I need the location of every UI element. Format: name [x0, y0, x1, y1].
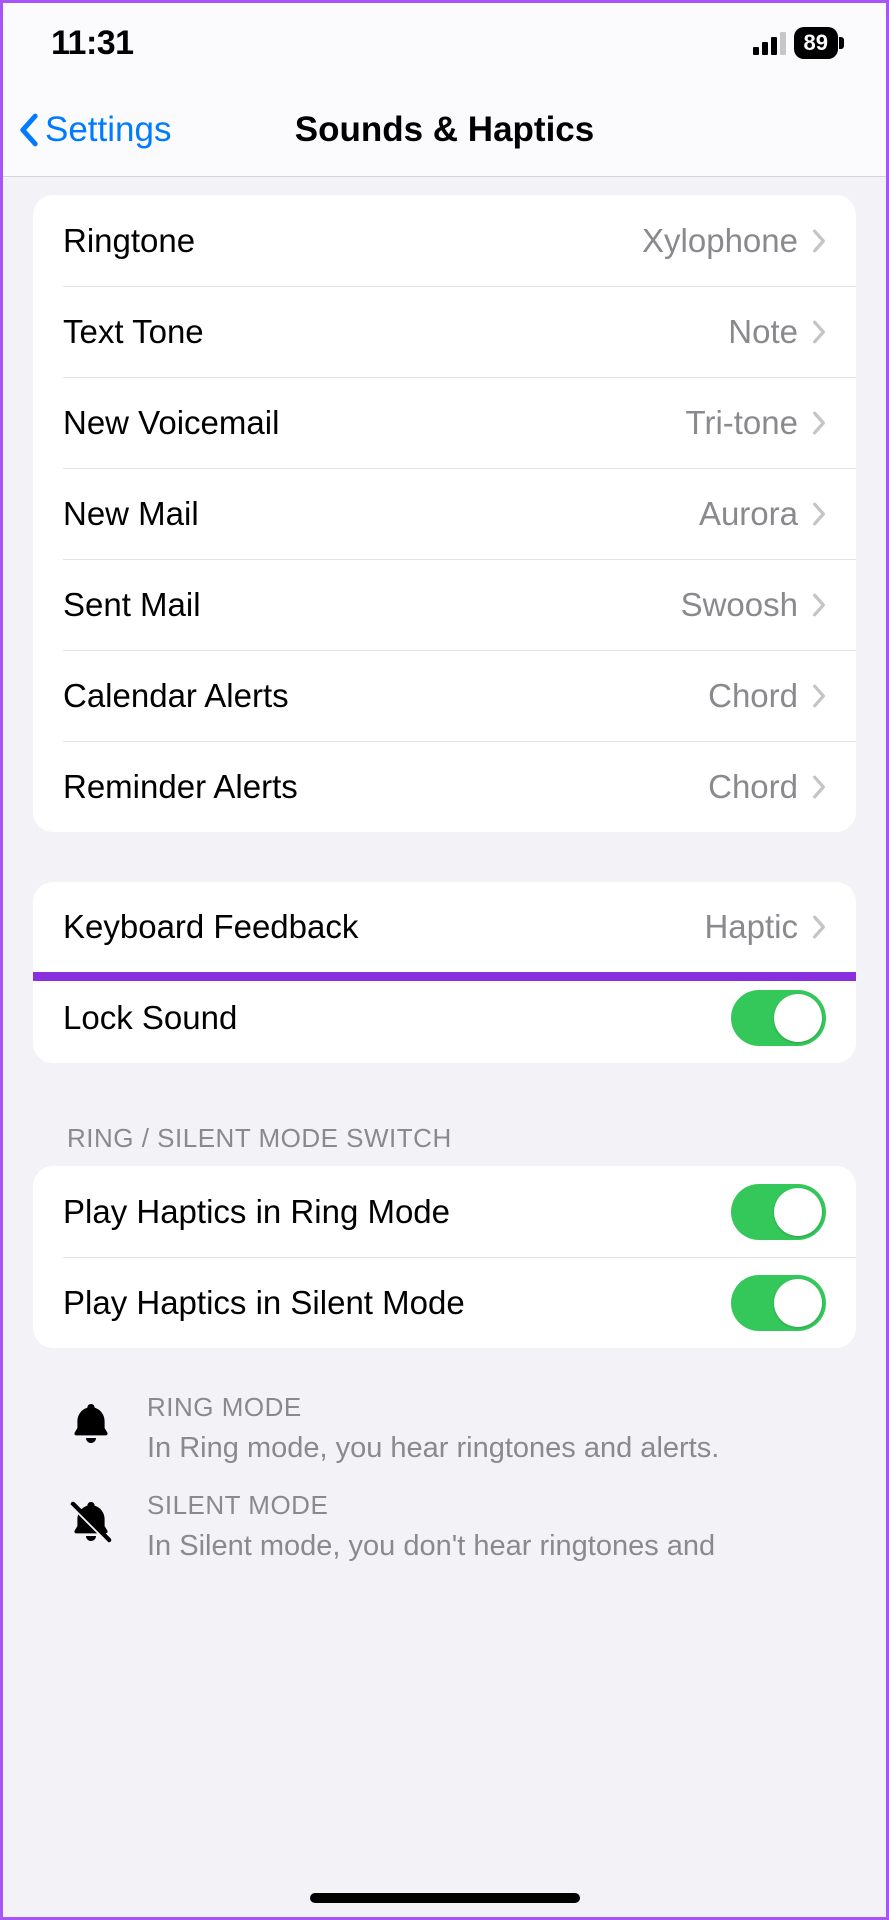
chevron-right-icon [812, 684, 826, 708]
row-label: Keyboard Feedback [63, 908, 704, 946]
row-haptics-ring-mode: Play Haptics in Ring Mode [33, 1166, 856, 1257]
cellular-signal-icon [753, 31, 786, 55]
row-label: Text Tone [63, 313, 728, 351]
status-right: 89 [753, 27, 838, 59]
note-desc: In Ring mode, you hear ringtones and ale… [147, 1429, 826, 1468]
system-sounds-group: Keyboard Feedback Haptic Lock Sound [33, 882, 856, 1063]
row-new-mail[interactable]: New Mail Aurora [33, 468, 856, 559]
row-label: New Mail [63, 495, 699, 533]
row-reminder-alerts[interactable]: Reminder Alerts Chord [33, 741, 856, 832]
note-title: RING MODE [147, 1392, 826, 1423]
status-time: 11:31 [51, 24, 134, 63]
home-indicator[interactable] [310, 1893, 580, 1903]
row-new-voicemail[interactable]: New Voicemail Tri-tone [33, 377, 856, 468]
chevron-left-icon [19, 113, 39, 147]
row-value: Note [728, 313, 798, 351]
chevron-right-icon [812, 229, 826, 253]
chevron-right-icon [812, 775, 826, 799]
ring-silent-group: Play Haptics in Ring Mode Play Haptics i… [33, 1166, 856, 1348]
back-label: Settings [45, 110, 171, 150]
row-label: Reminder Alerts [63, 768, 708, 806]
row-lock-sound: Lock Sound [33, 972, 856, 1063]
row-value: Tri-tone [686, 404, 798, 442]
row-label: Ringtone [63, 222, 642, 260]
row-value: Haptic [704, 908, 798, 946]
row-ringtone[interactable]: Ringtone Xylophone [33, 195, 856, 286]
highlight-keyboard-feedback: Keyboard Feedback Haptic [33, 882, 856, 981]
row-label: Sent Mail [63, 586, 681, 624]
status-bar: 11:31 89 [3, 3, 886, 83]
chevron-right-icon [812, 915, 826, 939]
sounds-group: Ringtone Xylophone Text Tone Note New Vo… [33, 195, 856, 832]
row-calendar-alerts[interactable]: Calendar Alerts Chord [33, 650, 856, 741]
haptics-silent-toggle[interactable] [731, 1275, 826, 1331]
row-label: New Voicemail [63, 404, 686, 442]
row-keyboard-feedback[interactable]: Keyboard Feedback Haptic [33, 882, 856, 972]
note-silent-mode: SILENT MODE In Silent mode, you don't he… [63, 1490, 826, 1566]
chevron-right-icon [812, 411, 826, 435]
note-title: SILENT MODE [147, 1490, 826, 1521]
footer-notes: RING MODE In Ring mode, you hear rington… [33, 1392, 856, 1566]
lock-sound-toggle[interactable] [731, 990, 826, 1046]
row-sent-mail[interactable]: Sent Mail Swoosh [33, 559, 856, 650]
row-value: Aurora [699, 495, 798, 533]
back-button[interactable]: Settings [19, 110, 171, 150]
chevron-right-icon [812, 502, 826, 526]
row-text-tone[interactable]: Text Tone Note [33, 286, 856, 377]
note-desc: In Silent mode, you don't hear ringtones… [147, 1527, 826, 1566]
battery-indicator: 89 [794, 27, 838, 59]
chevron-right-icon [812, 320, 826, 344]
row-label: Lock Sound [63, 999, 731, 1037]
content: Ringtone Xylophone Text Tone Note New Vo… [3, 177, 886, 1566]
row-value: Chord [708, 768, 798, 806]
row-label: Play Haptics in Ring Mode [63, 1193, 731, 1231]
note-ring-mode: RING MODE In Ring mode, you hear rington… [63, 1392, 826, 1468]
row-label: Play Haptics in Silent Mode [63, 1284, 731, 1322]
section-header-ring-silent: RING / SILENT MODE SWITCH [33, 1123, 856, 1166]
bell-icon [63, 1396, 119, 1452]
battery-level: 89 [804, 30, 828, 56]
row-value: Chord [708, 677, 798, 715]
row-label: Calendar Alerts [63, 677, 708, 715]
bell-slash-icon [63, 1494, 119, 1550]
chevron-right-icon [812, 593, 826, 617]
row-value: Xylophone [642, 222, 798, 260]
nav-header: Settings Sounds & Haptics [3, 83, 886, 177]
haptics-ring-toggle[interactable] [731, 1184, 826, 1240]
row-value: Swoosh [681, 586, 798, 624]
row-haptics-silent-mode: Play Haptics in Silent Mode [33, 1257, 856, 1348]
